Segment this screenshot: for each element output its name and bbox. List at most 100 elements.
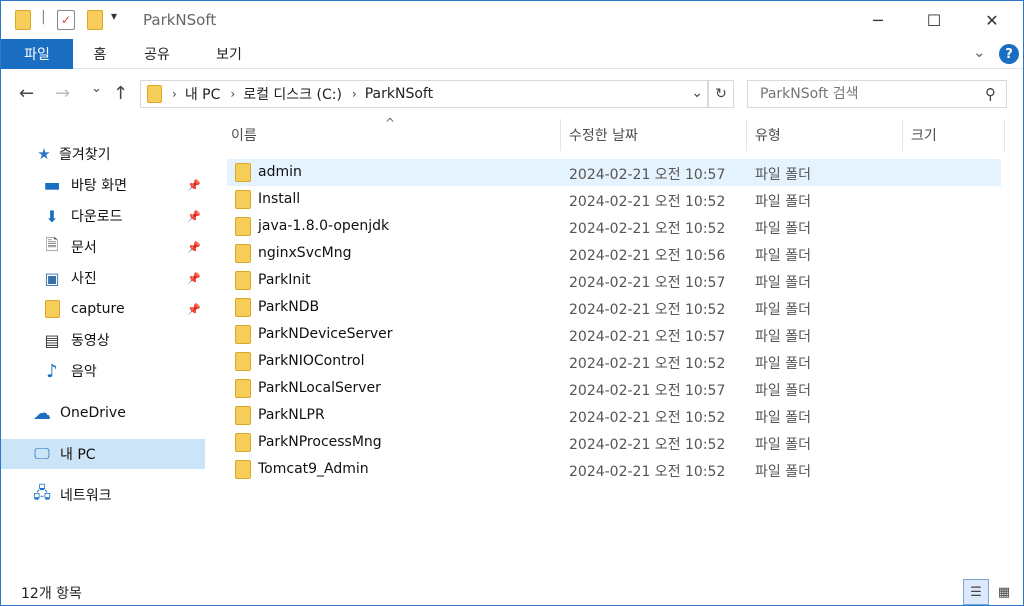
file-type: 파일 폴더 xyxy=(755,383,811,399)
sidebar-item-onedrive[interactable]: ☁ OneDrive xyxy=(1,398,205,428)
file-type: 파일 폴더 xyxy=(755,194,811,210)
network-icon: 🖧 xyxy=(33,482,51,502)
folder-icon xyxy=(235,406,251,425)
table-row[interactable]: java-1.8.0-openjdk 2024-02-21 오전 10:52 파일 … xyxy=(227,213,1001,240)
breadcrumb-local-disk[interactable]: 로컬 디스크 (C:) xyxy=(243,84,342,104)
ribbon-tabs: 파일 홈 공유 보기 ⌄ ? xyxy=(1,39,1023,69)
sidebar-item-label: 내 PC xyxy=(60,447,96,463)
details-view-button[interactable]: ☰ xyxy=(963,579,989,605)
table-row[interactable]: nginxSvcMng 2024-02-21 오전 10:56 파일 폴더 xyxy=(227,240,1001,267)
file-name: ParkNLocalServer xyxy=(258,380,381,396)
new-folder-icon[interactable] xyxy=(87,10,103,30)
table-row[interactable]: ParkNLPR 2024-02-21 오전 10:52 파일 폴더 xyxy=(227,402,1001,429)
file-type: 파일 폴더 xyxy=(755,356,811,372)
folder-icon xyxy=(235,271,251,290)
sidebar-item-downloads[interactable]: ⬇ 다운로드 📌 xyxy=(1,201,205,231)
pin-icon[interactable]: 📌 xyxy=(187,303,201,316)
search-box[interactable]: ⚲ xyxy=(747,80,1007,108)
tab-view[interactable]: 보기 xyxy=(209,39,249,69)
table-row[interactable]: ParkInit 2024-02-21 오전 10:57 파일 폴더 xyxy=(227,267,1001,294)
file-modified: 2024-02-21 오전 10:57 xyxy=(569,329,726,345)
sidebar-item-label: capture xyxy=(71,301,125,317)
table-row[interactable]: Install 2024-02-21 오전 10:52 파일 폴더 xyxy=(227,186,1001,213)
breadcrumb-separator[interactable]: › xyxy=(172,87,177,101)
sidebar-item-this-pc[interactable]: 🖵 내 PC xyxy=(1,439,205,469)
table-row[interactable]: ParkNLocalServer 2024-02-21 오전 10:57 파일 폴더 xyxy=(227,375,1001,402)
large-icons-view-button[interactable]: ▦ xyxy=(991,579,1017,605)
pin-icon[interactable]: 📌 xyxy=(187,179,201,192)
close-button[interactable]: ✕ xyxy=(969,1,1015,39)
table-row[interactable]: ParkNDeviceServer 2024-02-21 오전 10:57 파일 폴… xyxy=(227,321,1001,348)
videos-icon: ▤ xyxy=(44,330,60,350)
breadcrumb-parknsoft[interactable]: ParkNSoft xyxy=(365,86,433,102)
address-bar[interactable]: › 내 PC › 로컬 디스크 (C:) › ParkNSoft ⌄ xyxy=(140,80,708,108)
file-name: Tomcat9_Admin xyxy=(258,461,369,477)
sidebar-item-documents[interactable]: 🗎 문서 📌 xyxy=(1,232,205,262)
computer-icon: 🖵 xyxy=(34,444,50,463)
breadcrumb-this-pc[interactable]: 내 PC xyxy=(185,84,221,104)
folder-icon xyxy=(235,433,251,452)
file-type: 파일 폴더 xyxy=(755,302,811,318)
file-name: admin xyxy=(258,164,302,180)
file-modified: 2024-02-21 오전 10:52 xyxy=(569,437,726,453)
document-icon: 🗎 xyxy=(45,234,59,254)
tab-share[interactable]: 공유 xyxy=(137,39,177,69)
column-header-modified[interactable]: 수정한 날짜 xyxy=(561,119,747,151)
help-button[interactable]: ? xyxy=(999,44,1019,64)
table-row[interactable]: ParkNProcessMng 2024-02-21 오전 10:52 파일 폴더 xyxy=(227,429,1001,456)
file-name: ParkNProcessMng xyxy=(258,434,382,450)
minimize-button[interactable]: ─ xyxy=(855,1,901,39)
customize-quick-access-chevron-icon[interactable]: ▾ xyxy=(111,9,117,29)
search-icon[interactable]: ⚲ xyxy=(985,85,996,103)
table-row[interactable]: Tomcat9_Admin 2024-02-21 오전 10:52 파일 폴더 xyxy=(227,456,1001,483)
breadcrumb-separator[interactable]: › xyxy=(352,87,357,101)
sidebar-item-music[interactable]: ♪ 음악 xyxy=(1,356,205,386)
address-dropdown-chevron-icon[interactable]: ⌄ xyxy=(691,85,703,101)
folder-icon xyxy=(235,244,251,263)
address-folder-icon xyxy=(147,85,162,103)
expand-ribbon-chevron-icon[interactable]: ⌄ xyxy=(973,43,986,61)
sidebar-item-network[interactable]: 🖧 네트워크 xyxy=(1,480,205,510)
file-modified: 2024-02-21 오전 10:52 xyxy=(569,194,726,210)
tab-home[interactable]: 홈 xyxy=(85,39,115,69)
pin-icon[interactable]: 📌 xyxy=(187,210,201,223)
star-icon: ★ xyxy=(37,145,51,163)
sidebar-item-desktop[interactable]: ▬ 바탕 화면 📌 xyxy=(1,170,205,200)
refresh-button[interactable]: ↻ xyxy=(708,80,734,108)
sidebar-item-videos[interactable]: ▤ 동영상 xyxy=(1,325,205,355)
pictures-icon: ▣ xyxy=(44,268,60,288)
file-modified: 2024-02-21 오전 10:52 xyxy=(569,221,726,237)
item-count: 12개 항목 xyxy=(21,586,82,602)
file-type: 파일 폴더 xyxy=(755,437,811,453)
sidebar-item-capture[interactable]: capture 📌 xyxy=(1,294,205,324)
back-arrow-icon[interactable]: ← xyxy=(19,83,34,104)
folder-icon xyxy=(235,217,251,236)
pin-icon[interactable]: 📌 xyxy=(187,272,201,285)
recent-locations-chevron-icon[interactable]: ⌄ xyxy=(91,81,102,96)
table-row[interactable]: ParkNIOControl 2024-02-21 오전 10:52 파일 폴더 xyxy=(227,348,1001,375)
tab-file[interactable]: 파일 xyxy=(1,39,73,69)
column-header-type[interactable]: 유형 xyxy=(747,119,903,151)
forward-arrow-icon[interactable]: → xyxy=(55,83,70,104)
column-header-name[interactable]: 이름 xyxy=(223,119,561,151)
column-header-size[interactable]: 크기 xyxy=(903,119,1005,151)
up-arrow-icon[interactable]: ↑ xyxy=(113,83,128,104)
pin-icon[interactable]: 📌 xyxy=(187,241,201,254)
properties-icon[interactable]: ✓ xyxy=(57,10,75,30)
search-input[interactable] xyxy=(748,81,968,107)
table-row[interactable]: admin 2024-02-21 오전 10:57 파일 폴더 xyxy=(227,159,1001,186)
folder-icon xyxy=(235,379,251,398)
file-type: 파일 폴더 xyxy=(755,464,811,480)
sidebar-item-quick-access[interactable]: ★ 즐겨찾기 xyxy=(1,139,205,169)
maximize-button[interactable]: ☐ xyxy=(911,1,957,39)
folder-icon xyxy=(235,352,251,371)
sidebar-item-pictures[interactable]: ▣ 사진 📌 xyxy=(1,263,205,293)
status-bar: 12개 항목 ☰ ▦ xyxy=(1,579,1023,605)
breadcrumb-separator[interactable]: › xyxy=(230,87,235,101)
file-modified: 2024-02-21 오전 10:57 xyxy=(569,383,726,399)
file-type: 파일 폴더 xyxy=(755,329,811,345)
file-name: ParkNIOControl xyxy=(258,353,365,369)
folder-icon xyxy=(235,325,251,344)
table-row[interactable]: ParkNDB 2024-02-21 오전 10:52 파일 폴더 xyxy=(227,294,1001,321)
navigation-bar: ← → ⌄ ↑ › 내 PC › 로컬 디스크 (C:) › ParkNSoft… xyxy=(1,69,1023,119)
